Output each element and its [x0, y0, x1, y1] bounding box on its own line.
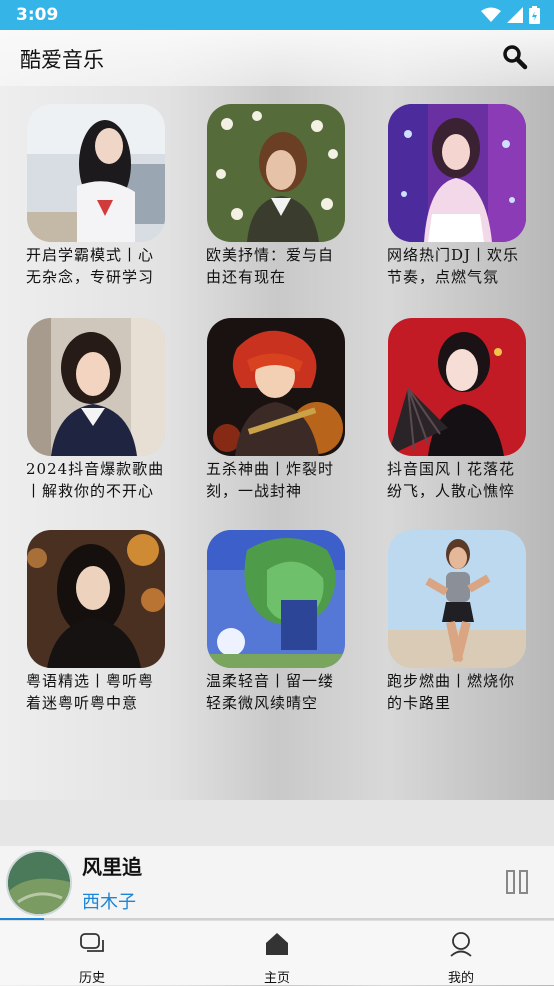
nav-home-label: 主页: [263, 971, 290, 986]
playlist-card[interactable]: 2024抖音爆款歌曲丨解救你的不开心: [26, 318, 172, 502]
nav-mine[interactable]: 我的: [369, 921, 553, 986]
app-title: 酷爱音乐: [20, 48, 104, 72]
playlist-title: 抖音国风丨花落花纷飞，人散心憔悴: [387, 460, 516, 500]
playlist-cover: [27, 318, 165, 456]
playlist-cover: [27, 530, 165, 668]
playlist-card[interactable]: 抖音国风丨花落花纷飞，人散心憔悴: [387, 318, 533, 502]
playlist-title: 粤语精选丨粤听粤着迷粤听粤中意: [26, 672, 155, 712]
pause-icon[interactable]: [506, 870, 528, 894]
nav-mine-label: 我的: [447, 971, 474, 986]
playlist-cover: [207, 104, 345, 242]
playlist-title: 五杀神曲丨炸裂时刻，一战封神: [206, 460, 335, 500]
song-title: 风里追: [82, 855, 142, 879]
bottom-nav: 历史 主页 我的: [0, 920, 554, 986]
playlist-cover: [388, 530, 526, 668]
playlist-cover: [207, 318, 345, 456]
playlist-card[interactable]: 粤语精选丨粤听粤着迷粤听粤中意: [26, 530, 172, 714]
playlist-title: 开启学霸模式丨心无杂念，专研学习: [26, 246, 155, 286]
battery-icon: [529, 6, 540, 24]
playlist-card[interactable]: 五杀神曲丨炸裂时刻，一战封神: [206, 318, 352, 502]
playlist-title: 欧美抒情：爱与自由还有现在: [206, 246, 335, 286]
player-spacer: [0, 800, 554, 846]
status-icons: [481, 6, 540, 24]
history-icon: [80, 933, 104, 952]
playlist-title: 温柔轻音丨留一缕轻柔微风续晴空: [206, 672, 335, 712]
status-time: 3:09: [16, 5, 59, 25]
home-icon: [266, 933, 288, 955]
mini-player[interactable]: 风里追 西木子: [0, 800, 554, 920]
playlist-cover: [388, 104, 526, 242]
nav-history[interactable]: 历史: [0, 921, 184, 986]
playlist-card[interactable]: 开启学霸模式丨心无杂念，专研学习: [26, 104, 172, 288]
playlist-cover: [388, 318, 526, 456]
nav-home[interactable]: 主页: [185, 921, 369, 986]
playlist-card[interactable]: 跑步燃曲丨燃烧你的卡路里: [387, 530, 533, 714]
playlist-title: 跑步燃曲丨燃烧你的卡路里: [387, 672, 516, 712]
playlist-title: 网络热门DJ丨欢乐节奏，点燃气氛: [387, 246, 520, 286]
playlist-cover: [207, 530, 345, 668]
nav-history-label: 历史: [78, 971, 105, 986]
song-artist: 西木子: [82, 892, 136, 913]
profile-icon: [450, 932, 472, 957]
status-bar: 3:09: [0, 0, 554, 30]
playlist-cover: [27, 104, 165, 242]
wifi-icon: [481, 7, 501, 22]
signal-icon: [507, 7, 523, 23]
playlist-card[interactable]: 温柔轻音丨留一缕轻柔微风续晴空: [206, 530, 352, 714]
album-disc[interactable]: [6, 850, 72, 916]
playlist-card[interactable]: 网络热门DJ丨欢乐节奏，点燃气氛: [387, 104, 533, 288]
app-bar: 酷爱音乐: [0, 30, 554, 86]
search-icon[interactable]: [502, 44, 528, 70]
playlist-title: 2024抖音爆款歌曲丨解救你的不开心: [26, 460, 165, 500]
playlist-card[interactable]: 欧美抒情：爱与自由还有现在: [206, 104, 352, 288]
